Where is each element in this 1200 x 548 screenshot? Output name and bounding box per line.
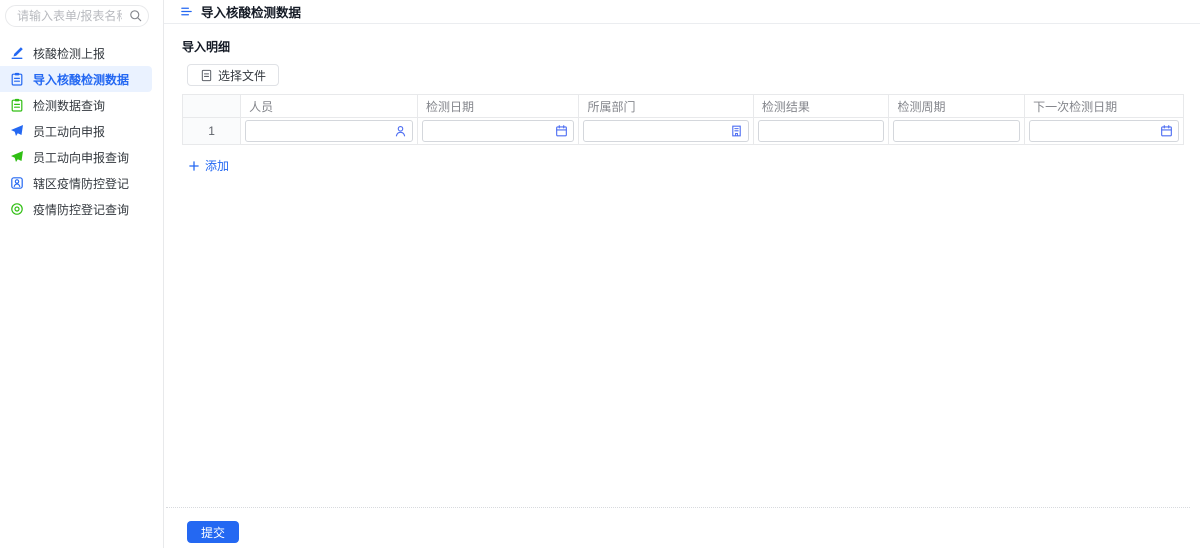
column-header-test-date: 检测日期	[417, 94, 580, 118]
send-icon	[10, 150, 24, 164]
cell-next-test-date	[1024, 117, 1184, 145]
clipboard-icon	[10, 72, 24, 86]
app-window: 核酸检测上报导入核酸检测数据检测数据查询员工动向申报员工动向申报查询辖区疫情防控…	[0, 0, 1200, 548]
row-number: 1	[181, 117, 242, 145]
choose-file-label: 选择文件	[218, 68, 267, 83]
add-row-label: 添加	[205, 159, 230, 173]
edit-icon	[10, 46, 24, 60]
sidebar: 核酸检测上报导入核酸检测数据检测数据查询员工动向申报员工动向申报查询辖区疫情防控…	[0, 0, 164, 548]
form-content: 导入明细 选择文件 人员 检测日期 所属部门 检测结果 检测周期 下一次检测日期 1 添加	[164, 24, 1200, 548]
file-icon	[200, 69, 213, 82]
column-header-test-cycle: 检测周期	[888, 94, 1026, 118]
sidebar-item-employee-movement-report[interactable]: 员工动向申报	[0, 118, 163, 144]
test-date-input[interactable]	[422, 120, 575, 142]
sidebar-item-district-epidemic-register[interactable]: 辖区疫情防控登记	[0, 170, 163, 196]
main-panel: 导入核酸检测数据 导入明细 选择文件 人员 检测日期 所属部门 检测结果 检测周期 下一次…	[164, 0, 1200, 548]
clipboard-icon	[10, 98, 24, 112]
person-input[interactable]	[245, 120, 414, 142]
sidebar-search	[5, 5, 149, 27]
sidebar-menu: 核酸检测上报导入核酸检测数据 检测数据查询 员工动向申报员工动向申报查询 辖区疫情防控…	[0, 40, 163, 222]
calendar-icon[interactable]	[555, 125, 568, 138]
test-result-input[interactable]	[757, 120, 885, 142]
department-icon[interactable]	[730, 125, 743, 138]
sidebar-item-import-nucleic-test-data[interactable]: 导入核酸检测数据	[0, 66, 152, 92]
search-input[interactable]	[5, 5, 149, 27]
column-header-test-result: 检测结果	[752, 94, 890, 118]
sidebar-item-label: 辖区疫情防控登记	[33, 176, 130, 191]
next-test-date-input[interactable]	[1029, 120, 1179, 142]
sidebar-item-nucleic-test-report[interactable]: 核酸检测上报	[0, 40, 163, 66]
cell-test-result	[752, 117, 890, 145]
id-badge-icon	[10, 176, 24, 190]
add-row-button[interactable]: 添加	[188, 157, 229, 174]
sidebar-item-epidemic-register-query[interactable]: 疫情防控登记查询	[0, 196, 163, 222]
import-detail-table: 人员 检测日期 所属部门 检测结果 检测周期 下一次检测日期 1	[181, 94, 1184, 145]
submit-row: 提交	[182, 508, 1184, 548]
sidebar-item-label: 员工动向申报	[33, 124, 106, 139]
cell-department	[578, 117, 754, 145]
submit-button[interactable]: 提交	[187, 521, 240, 543]
section-label: 导入明细	[182, 40, 231, 54]
sidebar-item-label: 员工动向申报查询	[33, 150, 130, 165]
cell-person	[240, 117, 419, 145]
page-header: 导入核酸检测数据	[164, 0, 1200, 24]
page-title: 导入核酸检测数据	[201, 6, 302, 20]
test-cycle-input[interactable]	[893, 120, 1021, 142]
calendar-icon[interactable]	[1160, 125, 1173, 138]
sidebar-item-label: 疫情防控登记查询	[33, 202, 130, 217]
department-input[interactable]	[583, 120, 749, 142]
list-icon[interactable]	[180, 5, 193, 18]
send-icon	[10, 124, 24, 138]
table-row: 1	[181, 117, 1184, 145]
column-header-department: 所属部门	[578, 94, 754, 118]
cell-test-date	[417, 117, 580, 145]
row-number-header	[181, 94, 242, 118]
sidebar-item-employee-movement-query[interactable]: 员工动向申报查询	[0, 144, 163, 170]
sidebar-item-label: 检测数据查询	[33, 98, 106, 113]
person-icon[interactable]	[394, 125, 407, 138]
sidebar-item-test-data-query[interactable]: 检测数据查询	[0, 92, 163, 118]
target-icon	[10, 202, 24, 216]
choose-file-button[interactable]: 选择文件	[187, 64, 280, 86]
cell-test-cycle	[888, 117, 1026, 145]
column-header-person: 人员	[240, 94, 419, 118]
sidebar-item-label: 导入核酸检测数据	[33, 72, 130, 87]
plus-icon	[188, 160, 200, 172]
search-icon[interactable]	[129, 9, 142, 22]
table-header-row: 人员 检测日期 所属部门 检测结果 检测周期 下一次检测日期	[181, 94, 1184, 118]
sidebar-item-label: 核酸检测上报	[33, 46, 106, 61]
column-header-next-test-date: 下一次检测日期	[1024, 94, 1184, 118]
